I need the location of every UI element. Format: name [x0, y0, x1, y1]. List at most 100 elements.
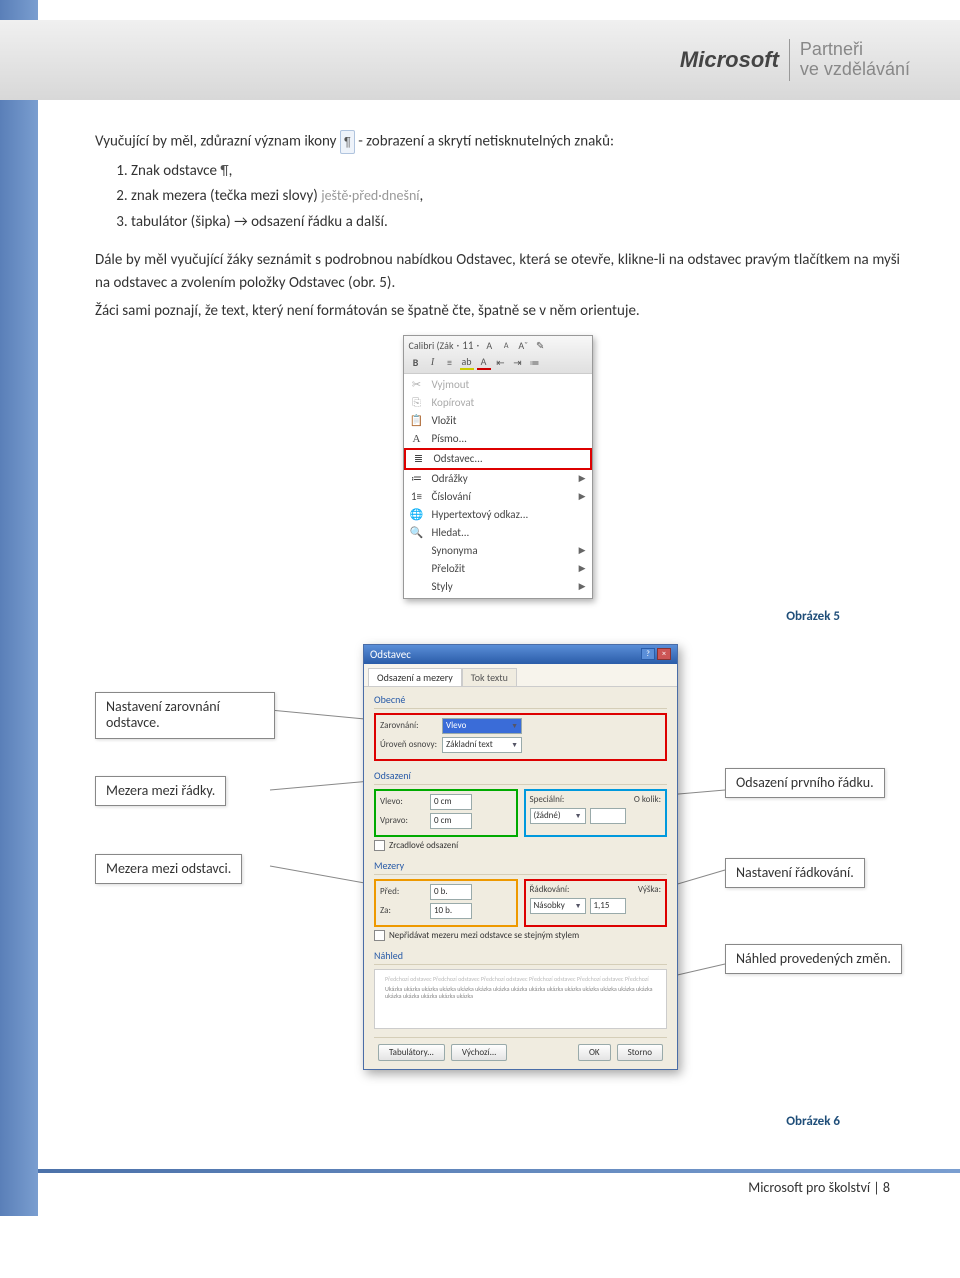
label-alignment: Zarovnání: [380, 720, 438, 731]
bold-icon: B [409, 356, 423, 370]
highlight-icon: ab [460, 356, 474, 370]
bullets-list-icon: ≔ [408, 472, 426, 486]
group-preview: Náhled [374, 949, 667, 965]
microsoft-logo: Microsoft [680, 47, 779, 73]
input-right-indent[interactable]: 0 cm [430, 813, 472, 829]
paragraph-dialog: Odstavec ? × Odsazení a mezery Tok textu… [363, 644, 678, 1070]
dialog-titlebar: Odstavec ? × [364, 645, 677, 664]
ctx-item-translate[interactable]: Přeložit▶ [404, 560, 592, 578]
mini-font-size: 11 [462, 339, 473, 352]
intro-para1: Vyučující by měl, zdůrazní význam ikony … [95, 130, 900, 154]
ctx-item-hyperlink[interactable]: 🌐Hypertextový odkaz... [404, 506, 592, 524]
input-by[interactable] [590, 808, 626, 824]
label-linespacing: Řádkování: [530, 884, 576, 895]
caption-fig6: Obrázek 6 [95, 1114, 840, 1129]
checkbox-box-icon [374, 930, 385, 941]
copy-icon: ⎘ [408, 396, 426, 410]
callout-alignment: Nastavení zarovnání odstavce. [95, 692, 275, 740]
change-case-icon: Aˇ [516, 339, 530, 353]
intro-para2: Dále by měl vyučující žáky seznámit s po… [95, 249, 900, 294]
chevron-down-icon: ▼ [575, 811, 582, 820]
callout-para-space: Mezera mezi odstavci. [95, 854, 242, 885]
context-menu: ✂Vyjmout ⎘Kopírovat 📋Vložit APísmo... ≣O… [404, 374, 592, 598]
ctx-item-styles[interactable]: Styly▶ [404, 578, 592, 596]
bullets-icon: ≔ [528, 356, 542, 370]
list-item: tabulátor (šipka) → odsazení řádku a dal… [131, 211, 900, 234]
list-item: Znak odstavce ¶, [131, 160, 900, 183]
label-right-indent: Vpravo: [380, 815, 426, 826]
intro-para3: Žáci sami poznají, že text, který není f… [95, 300, 900, 323]
indent-dec-icon: ⇤ [494, 356, 508, 370]
pilcrow-glyph: ¶ [220, 160, 228, 181]
callout-line-space: Mezera mezi řádky. [95, 776, 226, 807]
input-before[interactable]: 0 b. [430, 884, 472, 900]
checkbox-box-icon [374, 840, 385, 851]
select-alignment[interactable]: Vlevo▼ [442, 718, 522, 734]
ctx-item-numbering[interactable]: 1≡Číslování▶ [404, 488, 592, 506]
label-after: Za: [380, 905, 426, 916]
ctx-item-find[interactable]: 🔍Hledat... [404, 524, 592, 542]
space-dot-example: ještě·před·dnešní [321, 187, 419, 204]
logo-divider [789, 39, 790, 81]
logo-subtitle: Partneři ve vzdělávání [800, 40, 910, 80]
label-left-indent: Vlevo: [380, 796, 426, 807]
list-item: znak mezera (tečka mezi slovy) ještě·pře… [131, 185, 900, 208]
button-cancel[interactable]: Storno [617, 1044, 663, 1061]
header-band: Microsoft Partneři ve vzdělávání [0, 20, 960, 100]
label-outline-level: Úroveň osnovy: [380, 739, 438, 750]
select-outline-level[interactable]: Základní text▼ [442, 737, 522, 753]
checkbox-dont-add-space[interactable]: Nepřidávat mezeru mezi odstavce se stejn… [374, 930, 667, 941]
caption-fig5: Obrázek 5 [95, 609, 840, 624]
ctx-item-copy[interactable]: ⎘Kopírovat [404, 394, 592, 412]
font-a-icon: A [408, 432, 426, 446]
figure-6-wrap: Nastavení zarovnání odstavce. Mezera mez… [95, 644, 915, 1114]
find-icon: 🔍 [408, 526, 426, 540]
tab-text-flow[interactable]: Tok textu [462, 668, 517, 686]
mini-font-name: Calibri (Zák [409, 339, 454, 352]
chevron-down-icon: ▼ [511, 740, 518, 749]
align-icon: ≡ [443, 356, 457, 370]
chevron-down-icon: ▼ [575, 901, 582, 910]
chevron-down-icon: ▼ [511, 721, 518, 730]
hyperlink-icon: 🌐 [408, 508, 426, 522]
mini-toolbar: Calibri (Zák · 11 · A A Aˇ ✎ B I ≡ ab A … [404, 336, 592, 374]
select-special[interactable]: (žádné)▼ [530, 808, 586, 824]
label-by: O kolik: [634, 794, 661, 805]
label-at: Výška: [638, 884, 661, 895]
label-before: Před: [380, 886, 426, 897]
input-at[interactable]: 1,15 [590, 898, 626, 914]
callout-linespacing: Nastavení řádkování. [725, 858, 865, 889]
ctx-item-cut[interactable]: ✂Vyjmout [404, 376, 592, 394]
figure-5-context-menu: Calibri (Zák · 11 · A A Aˇ ✎ B I ≡ ab A … [403, 335, 593, 599]
indent-inc-icon: ⇥ [511, 356, 525, 370]
select-linespacing[interactable]: Násobky▼ [530, 898, 586, 914]
italic-icon: I [426, 356, 440, 370]
ctx-item-font[interactable]: APísmo... [404, 430, 592, 448]
ctx-item-synonyms[interactable]: Synonyma▶ [404, 542, 592, 560]
ctx-item-paragraph[interactable]: ≣Odstavec... [404, 448, 592, 470]
input-after[interactable]: 10 b. [430, 903, 472, 919]
group-general: Obecné [374, 693, 667, 709]
callout-preview: Náhled provedených změn. [725, 944, 902, 975]
button-tabs[interactable]: Tabulátory... [378, 1044, 445, 1061]
ctx-item-bullets[interactable]: ≔Odrážky▶ [404, 470, 592, 488]
ctx-item-paste[interactable]: 📋Vložit [404, 412, 592, 430]
left-accent-bar [0, 0, 38, 1216]
tab-indents-spacing[interactable]: Odsazení a mezery [368, 668, 462, 686]
list-marks: Znak odstavce ¶, znak mezera (tečka mezi… [131, 160, 900, 234]
paste-icon: 📋 [408, 414, 426, 428]
dialog-title-text: Odstavec [370, 648, 411, 661]
font-color-icon: A [477, 356, 491, 370]
footer-text: Microsoft pro školství | 8 [95, 1173, 900, 1196]
close-button[interactable]: × [657, 648, 671, 660]
group-spacing: Mezery [374, 859, 667, 875]
input-left-indent[interactable]: 0 cm [430, 794, 472, 810]
checkbox-mirror-indent[interactable]: Zrcadlové odsazení [374, 840, 667, 851]
scissors-icon: ✂ [408, 378, 426, 392]
button-default[interactable]: Výchozí... [451, 1044, 508, 1061]
button-ok[interactable]: OK [578, 1044, 611, 1061]
help-button[interactable]: ? [641, 648, 655, 660]
grow-font-icon: A [482, 339, 496, 353]
group-indent: Odsazení [374, 769, 667, 785]
preview-box: Předchozí odstavec Předchozí odstavec Př… [374, 969, 667, 1029]
